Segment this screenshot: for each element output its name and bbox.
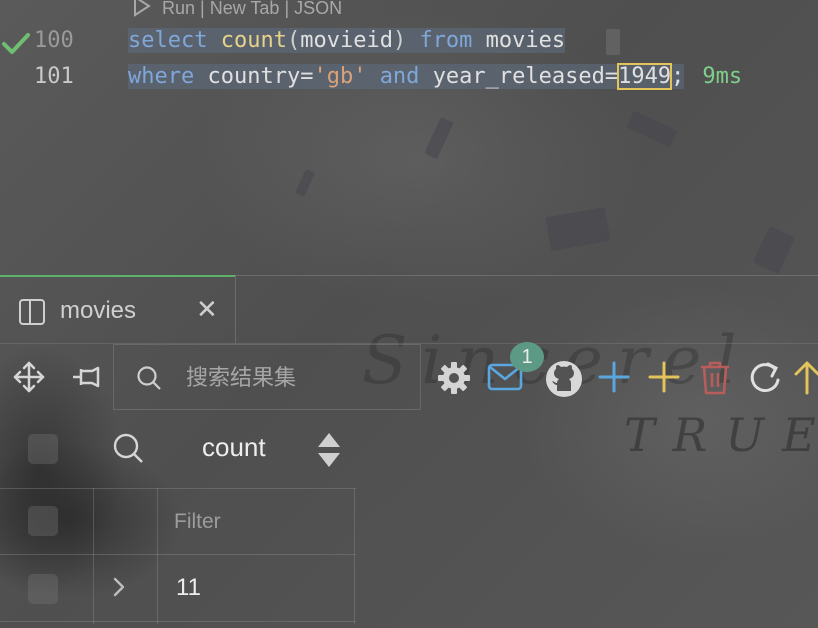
pin-icon[interactable] — [70, 360, 104, 398]
chevron-right-icon[interactable] — [112, 576, 126, 604]
result-search-input[interactable] — [184, 359, 408, 397]
column-search-icon[interactable] — [112, 432, 144, 468]
grid-line — [93, 488, 94, 624]
trailing-whitespace-marker — [606, 29, 620, 55]
filter-input[interactable] — [158, 498, 366, 546]
column-header-count[interactable]: count — [202, 432, 266, 463]
table-cell-count[interactable]: 11 — [176, 574, 201, 602]
operator-equals: = — [300, 64, 314, 89]
result-search-box[interactable] — [113, 344, 421, 410]
trash-icon[interactable] — [698, 360, 732, 400]
upload-arrow-icon[interactable] — [792, 360, 818, 400]
paren-close: ) — [392, 28, 407, 53]
operator-equals: = — [604, 64, 619, 89]
keyword-and: and — [379, 64, 420, 89]
notification-badge: 1 — [510, 342, 544, 372]
identifier-year-released: year_released — [432, 64, 605, 89]
function-count: count — [220, 28, 287, 53]
tab-active-indicator — [0, 275, 235, 277]
move-icon[interactable] — [12, 360, 46, 398]
keyword-where: where — [128, 64, 195, 89]
success-check-icon — [2, 32, 30, 62]
code-text[interactable]: where country='gb' and year_released=194… — [128, 63, 743, 90]
refresh-icon[interactable] — [748, 360, 782, 400]
tab-movies[interactable]: movies ✕ — [0, 275, 236, 343]
tab-label: movies — [60, 297, 137, 324]
keyword-from: from — [419, 28, 473, 53]
gear-icon[interactable] — [436, 360, 472, 400]
json-link[interactable]: JSON — [294, 0, 342, 19]
grid-line — [0, 621, 356, 622]
identifier-movieid: movieid — [300, 28, 393, 53]
result-grid: 11 — [0, 488, 366, 624]
codelens-separator: | — [195, 0, 210, 18]
code-text[interactable]: select count(movieid) from movies — [128, 28, 566, 53]
add-column-icon[interactable] — [647, 360, 681, 398]
keyword-select: select — [128, 28, 208, 53]
github-icon[interactable] — [545, 360, 583, 402]
search-icon — [136, 365, 162, 395]
row-checkbox[interactable] — [28, 574, 58, 604]
line-number: 100 — [34, 28, 74, 53]
select-all-checkbox[interactable] — [28, 434, 58, 464]
number-1949: 1949 — [617, 63, 673, 90]
run-link[interactable]: Run — [162, 0, 195, 19]
codelens-bar: Run | New Tab | JSON — [132, 0, 342, 19]
code-line-100[interactable]: 100 select count(movieid) from movies — [0, 24, 818, 60]
semicolon: ; — [671, 64, 685, 89]
sort-icon[interactable] — [316, 431, 342, 473]
new-tab-link[interactable]: New Tab — [210, 0, 280, 19]
paren-open: ( — [286, 28, 301, 53]
filter-row-checkbox — [28, 506, 58, 536]
execution-time: 9ms — [702, 64, 743, 89]
add-row-icon[interactable] — [597, 360, 631, 398]
grid-line — [0, 488, 356, 489]
identifier-movies: movies — [485, 28, 566, 53]
table-panel-icon — [18, 298, 46, 330]
watermark-true-text: TRUE — [624, 408, 818, 462]
run-icon[interactable] — [132, 0, 152, 22]
grid-line — [0, 554, 356, 555]
close-icon[interactable]: ✕ — [196, 295, 218, 325]
string-gb: 'gb' — [313, 64, 367, 89]
code-line-101[interactable]: 101 where country='gb' and year_released… — [0, 60, 818, 96]
identifier-country: country — [207, 64, 301, 89]
line-number: 101 — [34, 64, 74, 89]
codelens-separator: | — [279, 0, 295, 18]
